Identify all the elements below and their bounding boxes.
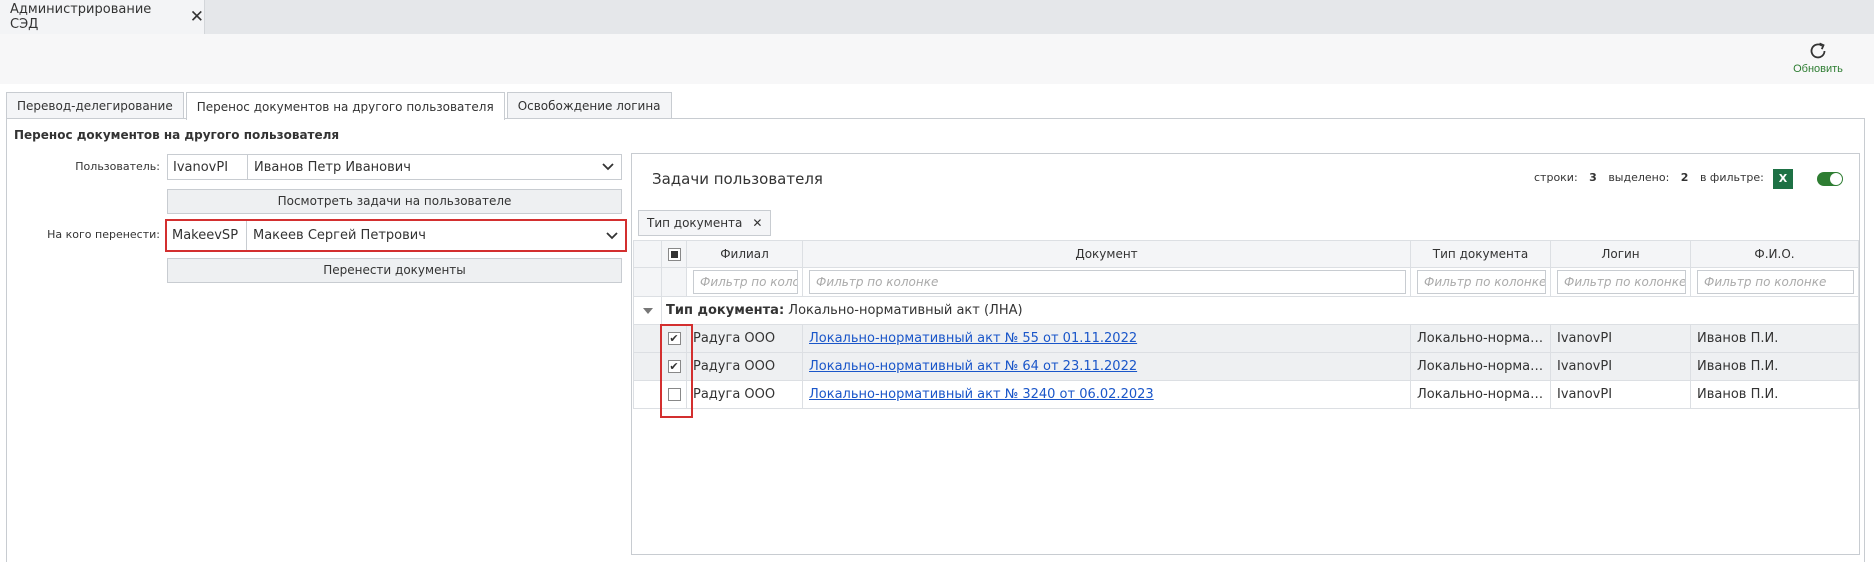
tab-free-login[interactable]: Освобождение логина <box>506 92 672 119</box>
close-icon[interactable]: ✕ <box>190 8 204 26</box>
table-header-row: Филиал Документ Тип документа Логин Ф.И.… <box>633 240 1859 268</box>
cell-fio: Иванов П.И. <box>1690 324 1859 353</box>
cell-fio: Иванов П.И. <box>1690 352 1859 381</box>
row-spacer <box>633 380 662 409</box>
filter-spacer <box>661 267 687 297</box>
cell-login: IvanovPI <box>1550 380 1691 409</box>
section-title: Перенос документов на другого пользовате… <box>14 128 340 142</box>
tab-delegation[interactable]: Перевод-делегирование <box>6 92 184 119</box>
remove-group-icon[interactable]: ✕ <box>752 216 762 230</box>
cell-fio: Иванов П.И. <box>1690 380 1859 409</box>
document-link[interactable]: Локально-нормативный акт № 55 от 01.11.2… <box>809 331 1137 346</box>
cell-branch: Радуга ООО <box>686 324 803 353</box>
select-all-checkbox[interactable] <box>667 248 681 261</box>
filter-spacer <box>633 267 662 297</box>
group-collapse-icon[interactable] <box>633 296 662 325</box>
filter-input-document[interactable] <box>809 270 1406 294</box>
table-row[interactable]: ✔ Радуга ООО Локально-нормативный акт № … <box>633 324 1859 353</box>
row-spacer <box>633 324 662 353</box>
column-header-branch[interactable]: Филиал <box>686 240 803 268</box>
row-spacer <box>633 352 662 381</box>
target-name-field[interactable]: Макеев Сергей Петрович <box>247 228 599 243</box>
content-tabs: Перевод-делегирование Перенос документов… <box>6 92 674 120</box>
grid-stats: строки: 3 выделено: 2 в фильтре: 0 <box>1534 171 1791 184</box>
filter-input-doc-type[interactable] <box>1417 270 1546 294</box>
transfer-documents-button[interactable]: Перенести документы <box>167 258 622 283</box>
window-tab-title: Администрирование СЭД <box>10 2 152 32</box>
column-header-login[interactable]: Логин <box>1550 240 1691 268</box>
table-row[interactable]: ✔ Радуга ООО Локально-нормативный акт № … <box>633 352 1859 381</box>
chevron-down-icon[interactable] <box>599 229 625 243</box>
cell-doc-type: Локально-нормативный акт (ЛНА) <box>1410 352 1551 381</box>
window-tabstrip: Администрирование СЭД ✕ <box>0 0 1874 34</box>
cell-branch: Радуга ООО <box>686 352 803 381</box>
document-link[interactable]: Локально-нормативный акт № 3240 от 06.02… <box>809 387 1154 402</box>
document-link[interactable]: Локально-нормативный акт № 64 от 23.11.2… <box>809 359 1137 374</box>
filter-input-login[interactable] <box>1557 270 1686 294</box>
cell-branch: Радуга ООО <box>686 380 803 409</box>
target-login-field[interactable]: MakeevSP <box>167 221 247 250</box>
user-login-field[interactable]: IvanovPI <box>168 155 248 179</box>
group-label: Тип документа: Локально-нормативный акт … <box>661 296 1859 325</box>
cell-document: Локально-нормативный акт № 64 от 23.11.2… <box>802 352 1411 381</box>
group-label-value: Локально-нормативный акт (ЛНА) <box>788 303 1023 318</box>
cell-document: Локально-нормативный акт № 3240 от 06.02… <box>802 380 1411 409</box>
tasks-table: Филиал Документ Тип документа Логин Ф.И.… <box>633 240 1859 409</box>
selected-count: 2 <box>1680 171 1689 184</box>
cell-doc-type: Локально-нормативный акт (ЛНА) <box>1410 380 1551 409</box>
refresh-icon <box>1810 42 1826 59</box>
refresh-label: Обновить <box>1793 63 1843 75</box>
tab-transfer-documents[interactable]: Перенос документов на другого пользовате… <box>185 92 505 120</box>
column-header-doc-type[interactable]: Тип документа <box>1410 240 1551 268</box>
filter-input-fio[interactable] <box>1697 270 1854 294</box>
window-tab[interactable]: Администрирование СЭД ✕ <box>0 0 205 34</box>
cell-doc-type: Локально-нормативный акт (ЛНА) <box>1410 324 1551 353</box>
user-label: Пользователь: <box>75 160 160 173</box>
selected-label: выделено: <box>1608 171 1670 184</box>
user-name-field[interactable]: Иванов Петр Иванович <box>248 160 595 175</box>
filter-row <box>633 267 1859 297</box>
filter-count-label: в фильтре: <box>1699 171 1764 184</box>
cell-login: IvanovPI <box>1550 352 1691 381</box>
filter-input-branch[interactable] <box>693 270 798 294</box>
toggle-switch[interactable] <box>1817 172 1843 186</box>
rows-label: строки: <box>1534 171 1578 184</box>
column-header-fio[interactable]: Ф.И.О. <box>1690 240 1859 268</box>
grid-title: Задачи пользователя <box>652 170 823 188</box>
rows-count: 3 <box>1589 171 1597 184</box>
chevron-down-icon[interactable] <box>595 160 621 174</box>
group-chip-label: Тип документа <box>647 216 743 230</box>
cell-login: IvanovPI <box>1550 324 1691 353</box>
checkbox-highlight-frame <box>660 324 693 418</box>
view-tasks-button[interactable]: Посмотреть задачи на пользователе <box>167 189 622 214</box>
group-expand-header <box>633 240 662 268</box>
target-user-label: На кого перенести: <box>47 228 160 241</box>
select-all-header[interactable] <box>661 240 687 268</box>
cell-document: Локально-нормативный акт № 55 от 01.11.2… <box>802 324 1411 353</box>
refresh-button[interactable]: Обновить <box>1778 40 1858 80</box>
target-user-combobox[interactable]: MakeevSP Макеев Сергей Петрович <box>165 219 627 252</box>
toolbar: Обновить <box>0 34 1874 84</box>
excel-export-icon[interactable]: X <box>1773 169 1793 189</box>
column-header-document[interactable]: Документ <box>802 240 1411 268</box>
group-by-chip[interactable]: Тип документа ✕ <box>638 210 772 236</box>
table-row[interactable]: Радуга ООО Локально-нормативный акт № 32… <box>633 380 1859 409</box>
group-label-key: Тип документа: <box>666 303 785 318</box>
user-combobox[interactable]: IvanovPI Иванов Петр Иванович <box>167 154 622 180</box>
group-row[interactable]: Тип документа: Локально-нормативный акт … <box>633 296 1859 325</box>
